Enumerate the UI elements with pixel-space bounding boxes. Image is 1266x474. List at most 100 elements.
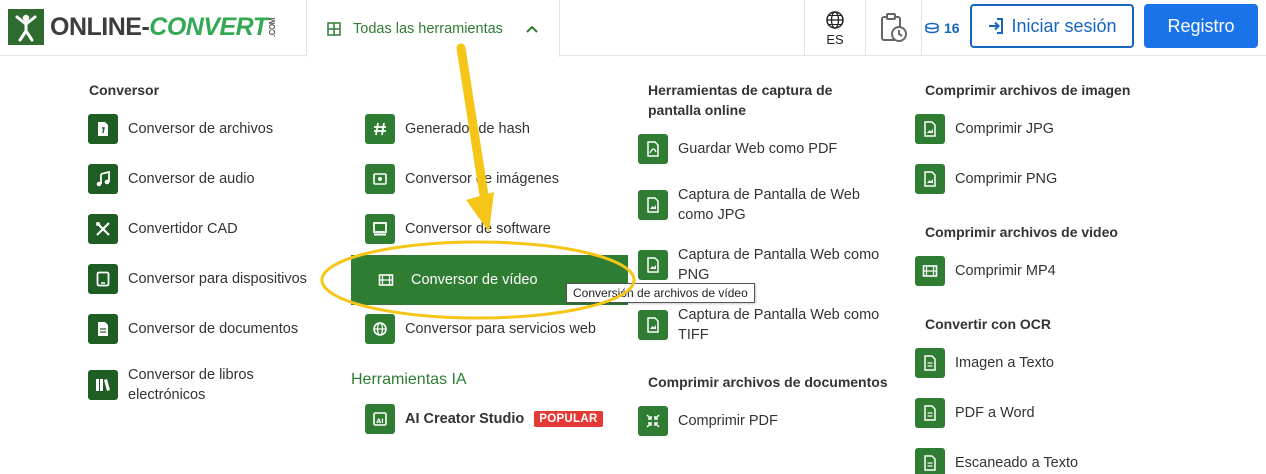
video-converter-tooltip: Conversión de archivos de vídeo: [566, 283, 755, 303]
menu-item-label: Convertidor CAD: [128, 221, 238, 237]
language-selector[interactable]: ES: [804, 0, 866, 56]
chevron-up-icon: [525, 24, 539, 34]
text-file-icon: [915, 348, 945, 378]
svg-text:AI: AI: [376, 417, 383, 425]
all-tools-label: Todas las herramientas: [353, 20, 503, 37]
tablet-icon: [88, 264, 118, 294]
logo-com-text: .COM: [267, 18, 277, 38]
menu-item-label: Comprimir PDF: [678, 413, 778, 429]
section-title-image-compression: Comprimir archivos de imagen: [925, 82, 1131, 98]
menu-item-compress-pdf[interactable]: Comprimir PDF: [638, 406, 778, 436]
register-button[interactable]: Registro: [1144, 4, 1258, 48]
section-title-ai-tools: Herramientas IA: [351, 371, 467, 388]
menu-item-label: AI Creator Studio: [405, 411, 525, 427]
file-icon: [88, 114, 118, 144]
menu-item-compress-mp4[interactable]: Comprimir MP4: [915, 256, 1056, 286]
menu-item-pdf-to-word[interactable]: PDF a Word: [915, 398, 1035, 428]
globe-icon: [365, 314, 395, 344]
site-logo[interactable]: ONLINE-CONVERT.COM: [8, 9, 277, 45]
image-file-icon: [915, 164, 945, 194]
text-file-icon: [915, 398, 945, 428]
section-title-screenshot-tools: Herramientas de captura de pantalla onli…: [648, 82, 833, 118]
document-icon: [88, 314, 118, 344]
menu-item-image-converter[interactable]: Conversor de imágenes: [365, 164, 559, 194]
menu-item-image-to-text[interactable]: Imagen a Texto: [915, 348, 1054, 378]
menu-item-label: Conversor de imágenes: [405, 171, 559, 187]
menu-item-label: Imagen a Texto: [955, 355, 1054, 371]
image-file-icon: [638, 190, 668, 220]
pdf-icon: [638, 134, 668, 164]
grid-icon: [327, 21, 341, 36]
menu-item-label: Conversor para servicios web: [405, 321, 596, 337]
globe-icon: [825, 10, 845, 30]
language-code: ES: [826, 31, 844, 47]
popular-badge: POPULAR: [534, 411, 603, 427]
menu-item-web-services-converter[interactable]: Conversor para servicios web: [365, 314, 596, 344]
logo-figure-icon: [8, 9, 44, 45]
menu-item-software-converter[interactable]: Conversor de software: [365, 214, 551, 244]
menu-item-audio-converter[interactable]: Conversor de audio: [88, 164, 255, 194]
all-tools-toggle[interactable]: Todas las herramientas: [306, 0, 560, 57]
menu-item-hash-generator[interactable]: Generador de hash: [365, 114, 530, 144]
menu-item-label: PDF a Word: [955, 405, 1035, 421]
section-title-converter: Conversor: [89, 82, 160, 98]
menu-item-label: Conversor de documentos: [128, 321, 299, 337]
menu-item-label: Conversor de vídeo: [411, 272, 538, 288]
sign-in-icon: [987, 17, 1005, 35]
menu-item-label: Comprimir PNG: [955, 171, 1058, 187]
logo-wordmark: ONLINE-CONVERT.COM: [50, 9, 277, 45]
film-icon: [371, 265, 401, 295]
music-icon: [88, 164, 118, 194]
menu-item-web-to-pdf[interactable]: Guardar Web como PDF: [638, 134, 837, 164]
credits-count: 16: [944, 20, 960, 36]
menu-item-label: Escaneado a Texto: [955, 455, 1079, 471]
menu-item-ai-creator-studio[interactable]: AI AI Creator Studio POPULAR: [365, 404, 603, 434]
menu-item-label: Generador de hash: [405, 121, 530, 137]
history-button[interactable]: [866, 0, 922, 56]
section-title-video-compression: Comprimir archivos de video: [925, 224, 1118, 240]
menu-item-compress-jpg[interactable]: Comprimir JPG: [915, 114, 1054, 144]
menu-item-label: Conversor de software: [405, 221, 551, 237]
ai-image-icon: AI: [365, 404, 395, 434]
logo-accent-text: CONVERT: [149, 13, 268, 41]
image-file-icon: [638, 250, 668, 280]
menu-item-cad-converter[interactable]: Convertidor CAD: [88, 214, 238, 244]
menu-item-label: Conversor de archivos: [128, 121, 274, 137]
menu-item-label: Comprimir MP4: [955, 263, 1056, 279]
monitor-icon: [365, 214, 395, 244]
image-icon: [365, 164, 395, 194]
menu-item-label: Guardar Web como PDF: [678, 141, 838, 157]
menu-item-device-converter[interactable]: Conversor para dispositivos: [88, 264, 307, 294]
section-title-ocr: Convertir con OCR: [925, 316, 1052, 332]
section-title-document-compression: Comprimir archivos de documentos: [648, 374, 888, 390]
menu-item-label: Comprimir JPG: [955, 121, 1055, 137]
hash-icon: [365, 114, 395, 144]
coins-icon: [924, 22, 940, 34]
login-label: Iniciar sesión: [1011, 15, 1117, 36]
image-file-icon: [915, 114, 945, 144]
image-file-icon: [638, 310, 668, 340]
compress-icon: [638, 406, 668, 436]
menu-item-label: Captura de Pantalla Web como PNG: [678, 247, 880, 283]
login-button[interactable]: Iniciar sesión: [970, 4, 1134, 48]
menu-item-document-converter[interactable]: Conversor de documentos: [88, 314, 298, 344]
credits-counter[interactable]: 16: [924, 0, 960, 56]
menu-item-ebook-converter[interactable]: Conversor de libros electrónicos: [88, 365, 288, 405]
menu-item-web-to-tiff[interactable]: Captura de Pantalla Web como TIFF: [638, 305, 888, 345]
menu-item-web-to-png[interactable]: Captura de Pantalla Web como PNG: [638, 245, 888, 285]
tools-icon: [88, 214, 118, 244]
books-icon: [88, 370, 118, 400]
top-header: ONLINE-CONVERT.COM Todas las herramienta…: [0, 0, 1266, 57]
menu-item-compress-png[interactable]: Comprimir PNG: [915, 164, 1057, 194]
logo-main-text: ONLINE-: [50, 13, 150, 41]
menu-item-scan-to-text[interactable]: Escaneado a Texto: [915, 448, 1078, 474]
film-icon: [915, 256, 945, 286]
menu-item-label: Captura de Pantalla Web como TIFF: [678, 307, 880, 343]
menu-item-label: Conversor para dispositivos: [128, 271, 307, 287]
clipboard-clock-icon: [879, 12, 909, 44]
menu-item-label: Conversor de audio: [128, 171, 255, 187]
menu-item-web-to-jpg[interactable]: Captura de Pantalla de Web como JPG: [638, 185, 878, 225]
text-file-icon: [915, 448, 945, 474]
menu-item-file-converter[interactable]: Conversor de archivos: [88, 114, 273, 144]
menu-item-label: Captura de Pantalla de Web como JPG: [678, 187, 860, 223]
